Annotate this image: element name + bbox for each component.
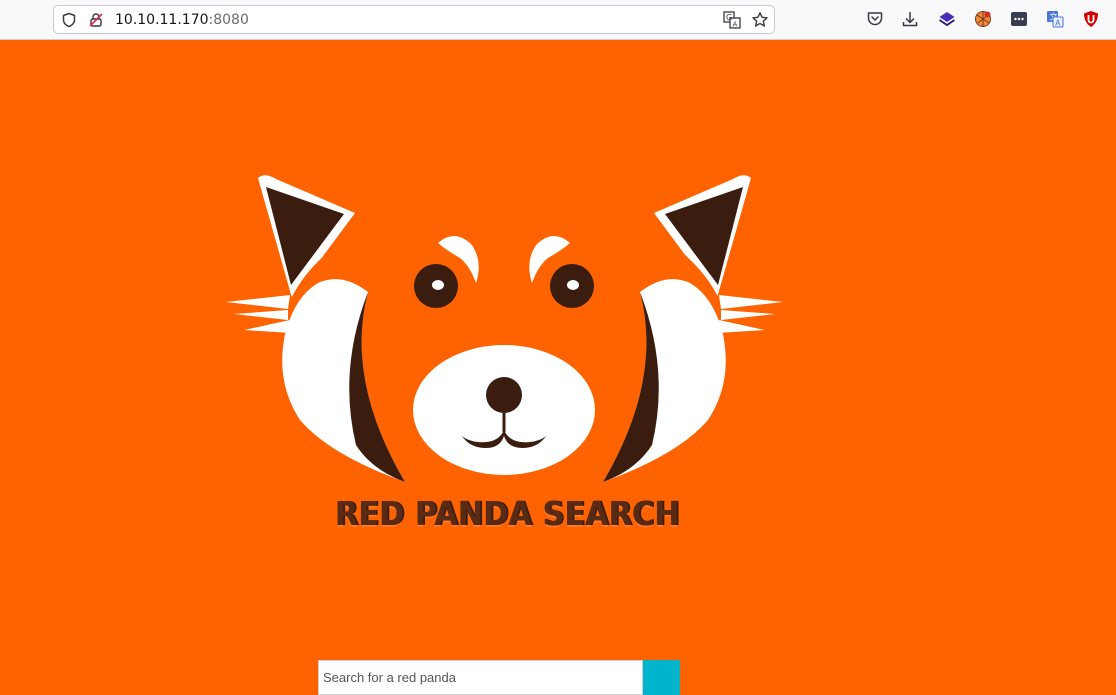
translate-icon[interactable]: GA [723, 11, 741, 29]
address-bar[interactable]: 10.10.11.170:8080 GA [53, 5, 775, 34]
url-host: 10.10.11.170 [115, 12, 209, 28]
shield-icon[interactable] [60, 11, 78, 29]
extension-menu-icon[interactable] [1009, 9, 1029, 29]
url-text[interactable]: 10.10.11.170:8080 [115, 11, 249, 29]
svg-text:A: A [733, 21, 738, 29]
bookmark-star-icon[interactable] [751, 11, 769, 29]
pocket-icon[interactable] [865, 9, 885, 29]
url-port: :8080 [208, 12, 249, 28]
brand-title: RED PANDA SEARCH [334, 494, 680, 533]
svg-text:A: A [1055, 19, 1061, 28]
search-input[interactable] [318, 660, 643, 695]
red-panda-logo [226, 175, 783, 488]
extension-layers-icon[interactable] [937, 9, 957, 29]
insecure-lock-icon[interactable] [87, 11, 105, 29]
ublock-icon[interactable] [1081, 9, 1101, 29]
extension-ball-icon[interactable] [973, 9, 993, 29]
download-icon[interactable] [900, 9, 920, 29]
svg-text:G: G [726, 13, 732, 22]
extension-translate-icon[interactable]: 文A [1045, 9, 1065, 29]
browser-toolbar: 10.10.11.170:8080 GA 文A [0, 0, 1116, 40]
search-form [318, 660, 680, 695]
search-button[interactable] [643, 660, 680, 695]
